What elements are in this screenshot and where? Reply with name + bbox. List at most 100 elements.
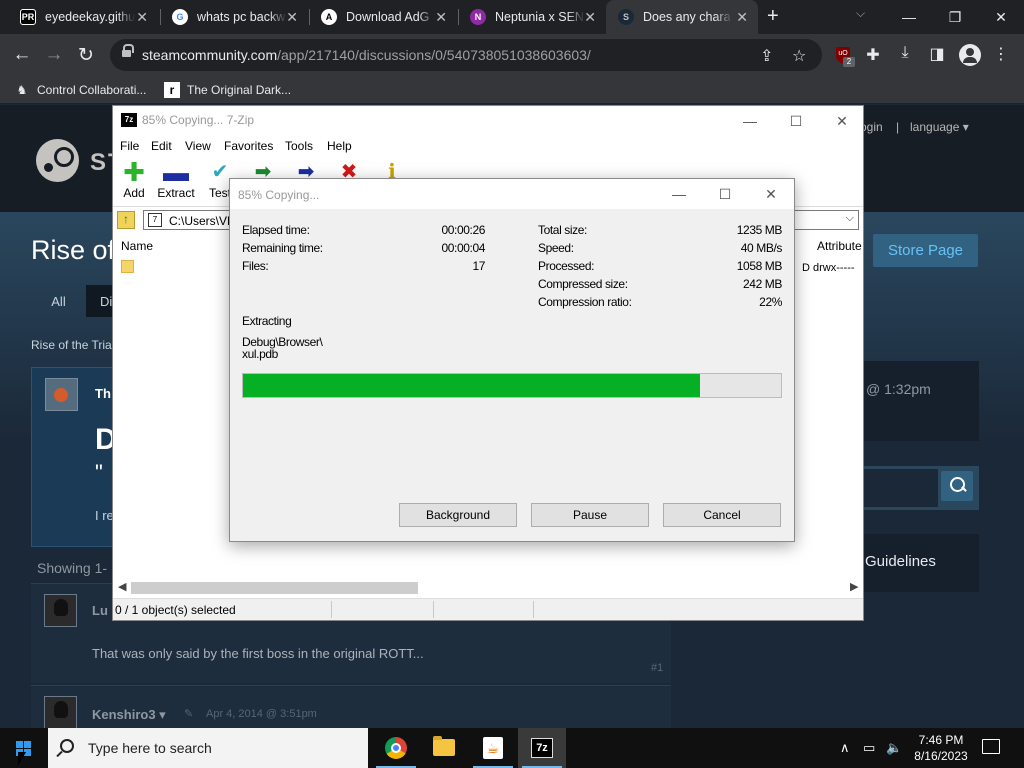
tab-all[interactable]: All [31,285,86,317]
side-panel-icon[interactable]: ◨ [926,44,948,64]
tab-close-icon[interactable]: ✕ [736,9,748,26]
share-icon[interactable]: ⇪ [760,46,773,66]
avatar[interactable] [44,696,77,728]
notification-icon[interactable] [982,739,1000,754]
search-icon [60,739,74,753]
avatar[interactable] [45,378,78,411]
extract-button[interactable]: ▬ Extract [151,158,201,204]
new-tab-icon[interactable]: + [767,5,779,28]
tab-close-icon[interactable]: ✕ [286,9,298,26]
scroll-thumb[interactable] [131,582,418,594]
taskbar-chrome[interactable] [372,728,420,768]
network-icon[interactable]: ▭ [863,740,875,756]
minimize-icon[interactable]: — [886,0,932,34]
pause-button[interactable]: Pause [531,503,649,527]
close-icon[interactable]: ✕ [748,179,794,209]
menu-edit[interactable]: Edit [151,139,172,153]
tab-title: Download AdG [346,10,430,24]
taskbar-search-box[interactable]: Type here to search [48,728,368,768]
header-separator: | [896,120,900,134]
clock-date: 8/16/2023 [914,749,968,763]
store-page-button[interactable]: Store Page [873,234,978,267]
column-header-attributes[interactable]: Attribute [817,239,862,253]
menu-view[interactable]: View [185,139,211,153]
lock-icon[interactable] [122,44,134,59]
path-text: C:\Users\VM [169,214,238,228]
taskbar-java[interactable]: ☕ [469,728,517,768]
compression-ratio-value: 22% [759,295,782,309]
close-icon[interactable]: ✕ [819,106,865,136]
reply-number[interactable]: #1 [651,662,663,674]
cancel-button[interactable]: Cancel [663,503,781,527]
maximize-icon[interactable]: ☐ [773,106,819,136]
breadcrumb[interactable]: Rise of the Tria [31,338,112,352]
7zip-window-title: 85% Copying... 7-Zip [142,113,255,127]
background-button[interactable]: Background [399,503,517,527]
scroll-right-icon[interactable]: ▶ [850,580,858,593]
menu-tools[interactable]: Tools [285,139,313,153]
reload-icon[interactable]: ↻ [73,42,99,68]
bookmark-item[interactable]: r The Original Dark... [164,82,291,98]
address-bar[interactable]: steamcommunity.com/app/217140/discussion… [110,39,822,71]
attribute-value: D drwx----- [802,262,855,274]
system-clock[interactable]: 7:46 PM 8/16/2023 [912,732,970,764]
post-author[interactable]: Th [95,386,111,401]
download-icon[interactable]: ⤓ [894,44,916,62]
files-label: Files: [242,259,269,273]
progress-bar [242,373,782,398]
adguard-icon: A [321,9,337,25]
browser-tab-5[interactable]: S Does any chara ✕ [606,0,758,34]
taskbar-file-explorer[interactable] [420,728,468,768]
menu-file[interactable]: File [120,139,139,153]
volume-icon[interactable]: 🔈 [886,740,902,756]
dialog-title: 85% Copying... [238,188,320,202]
reply-author[interactable]: Kenshiro3 ▾ [92,707,166,723]
minimize-icon[interactable]: — [656,179,702,209]
menu-kebab-icon[interactable]: ⋮ [990,44,1012,64]
current-file-name: xul.pdb [242,347,278,361]
tray-chevron-up-icon[interactable]: ∧ [840,740,850,756]
tab-close-icon[interactable]: ✕ [136,9,148,26]
tool-label: Extract [157,186,195,200]
dialog-titlebar[interactable]: 85% Copying... — ☐ ✕ [230,179,794,209]
menu-favorites[interactable]: Favorites [224,139,273,153]
pagination-info: Showing 1- [37,560,108,576]
tab-close-icon[interactable]: ✕ [584,9,596,26]
minimize-icon[interactable]: — [727,106,773,136]
chevron-down-icon[interactable]: ⌵ [846,212,854,225]
scroll-left-icon[interactable]: ◀ [118,580,126,593]
bookmark-star-icon[interactable]: ☆ [792,46,806,66]
compressed-size-value: 242 MB [743,277,782,291]
menu-help[interactable]: Help [327,139,352,153]
folder-up-icon[interactable]: ↑ [117,211,135,229]
browser-tab-1[interactable]: PR eyedeekay.githu ✕ [8,0,158,34]
maximize-icon[interactable]: ☐ [702,179,748,209]
language-dropdown[interactable]: language ▾ [910,120,969,134]
profile-avatar-icon[interactable] [959,44,981,66]
search-placeholder: Type here to search [88,740,212,756]
bookmark-item[interactable]: ♞ Control Collaborati... [14,82,147,98]
horizontal-scrollbar[interactable]: ◀ ▶ [113,579,863,597]
close-icon[interactable]: ✕ [978,0,1024,34]
back-icon[interactable]: ← [9,42,35,68]
restore-icon[interactable]: ❐ [932,0,978,34]
speed-value: 40 MB/s [740,241,783,255]
guidelines-link[interactable]: Guidelines [865,553,936,570]
forward-icon[interactable]: → [41,42,67,68]
browser-tab-2[interactable]: G whats pc backw ✕ [160,0,308,34]
steam-logo-icon[interactable] [36,139,79,182]
extensions-icon[interactable]: ✚ [862,45,884,65]
column-header-name[interactable]: Name [121,239,153,253]
search-icon[interactable] [941,471,973,501]
browser-tab-3[interactable]: A Download AdG ✕ [309,0,457,34]
folder-icon[interactable] [121,260,134,273]
search-input[interactable] [862,469,938,507]
7zip-titlebar[interactable]: 7z 85% Copying... 7-Zip — ☐ ✕ [113,106,863,136]
browser-tab-4[interactable]: N Neptunia x SEN ✕ [458,0,606,34]
taskbar-7zip[interactable]: 7z [518,728,566,768]
avatar[interactable] [44,594,77,627]
7zip-app-icon: 7z [121,113,137,127]
tab-search-chevron-icon[interactable]: ⌵ [856,6,865,21]
tab-close-icon[interactable]: ✕ [435,9,447,26]
reply-author[interactable]: Lu [92,603,108,618]
